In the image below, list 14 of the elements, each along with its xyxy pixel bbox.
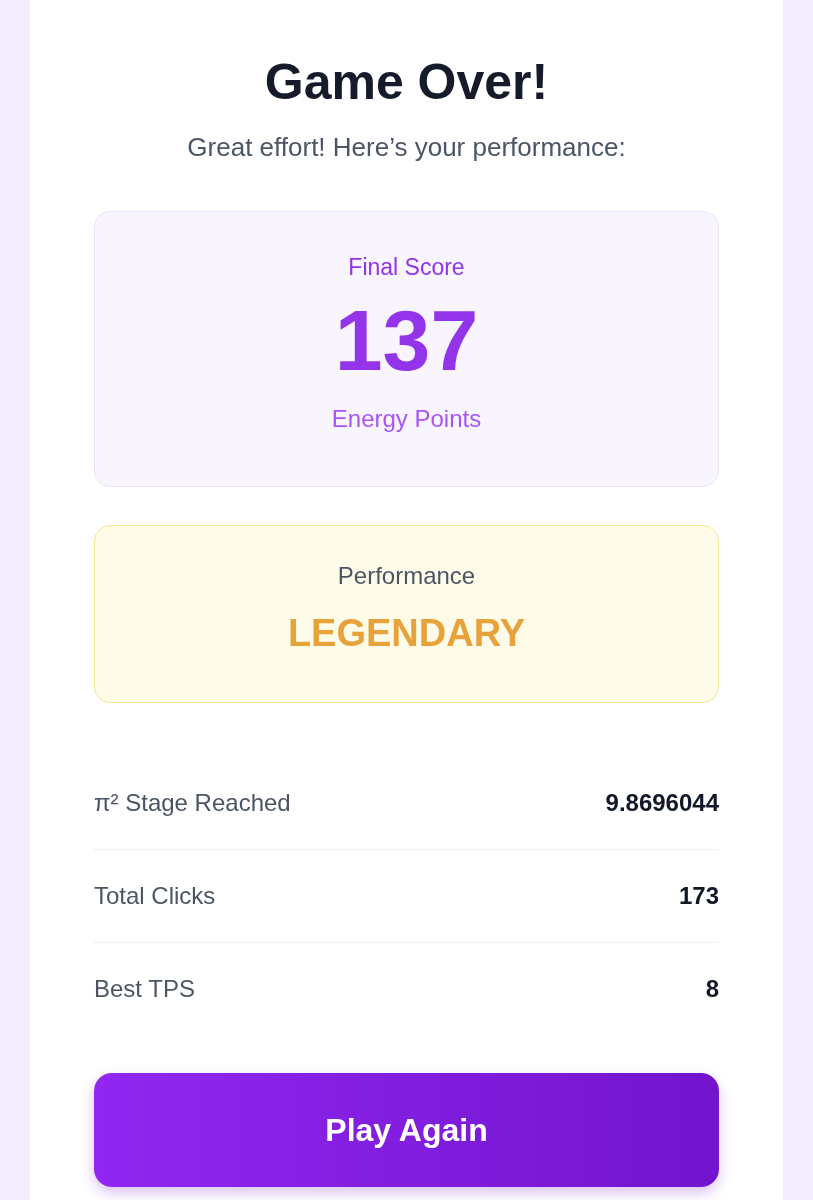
- subtitle: Great effort! Here’s your performance:: [186, 132, 627, 163]
- performance-label: Performance: [337, 562, 476, 590]
- performance-rating: LEGENDARY: [287, 612, 526, 655]
- stat-label: Total Clicks: [94, 882, 216, 910]
- play-again-button[interactable]: Play Again: [94, 1073, 719, 1187]
- stat-label: Best TPS: [94, 975, 195, 1003]
- game-over-title: Game Over!: [263, 53, 550, 112]
- score-value: 137: [334, 297, 479, 383]
- stat-value: 9.8696044: [605, 789, 719, 817]
- stat-value: 8: [705, 975, 719, 1003]
- stat-label: π² Stage Reached: [94, 789, 291, 817]
- score-unit: Energy Points: [331, 405, 482, 433]
- score-label: Final Score: [348, 254, 465, 281]
- stat-value: 173: [678, 882, 719, 910]
